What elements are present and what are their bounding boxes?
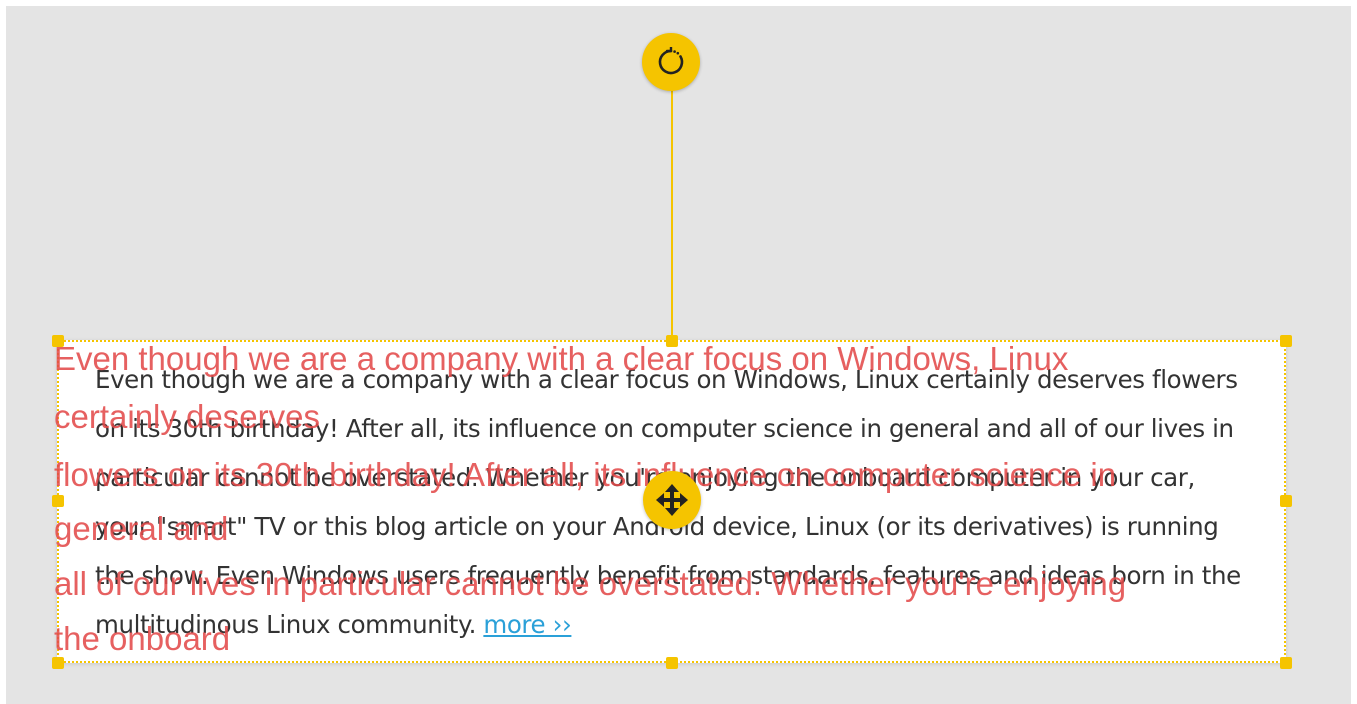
resize-handle-bottom-left[interactable] [52, 657, 64, 669]
rotate-handle[interactable] [642, 33, 700, 91]
rotate-icon [658, 47, 684, 75]
resize-handle-middle-left[interactable] [52, 495, 64, 507]
rotate-connector-line [671, 88, 673, 340]
resize-handle-top-right[interactable] [1280, 335, 1292, 347]
resize-handle-top-left[interactable] [52, 335, 64, 347]
resize-handle-top-center[interactable] [666, 335, 678, 347]
move-handle[interactable] [643, 471, 701, 529]
resize-handle-bottom-right[interactable] [1280, 657, 1292, 669]
resize-handle-middle-right[interactable] [1280, 495, 1292, 507]
more-link[interactable]: more ›› [483, 610, 571, 639]
move-icon [656, 484, 688, 516]
resize-handle-bottom-center[interactable] [666, 657, 678, 669]
